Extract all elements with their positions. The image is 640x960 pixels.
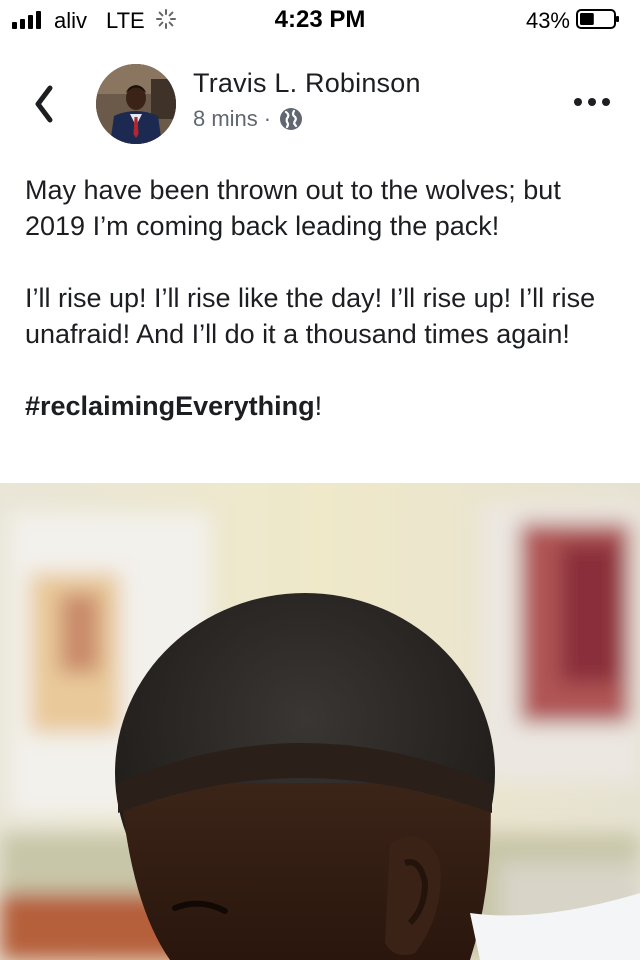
globe-icon[interactable] [279,107,303,131]
status-bar: aliv LTE 4:23 PM 43% [0,0,640,40]
post-paragraph: I’ll rise up! I’ll rise like the day! I’… [25,283,596,349]
battery-percent: 43% [525,8,570,33]
hashtag-line: #reclaimingEverything! [25,388,625,424]
meta-separator: · [263,106,272,131]
avatar[interactable] [96,64,176,144]
avatar-photo [96,64,176,144]
more-dots-icon[interactable] [570,92,614,112]
post-meta: 8 mins · [193,106,303,132]
photo-image [0,483,640,960]
battery-icon [576,9,619,29]
post-text: May have been thrown out to the wolves; … [25,172,625,424]
author-name[interactable]: Travis L. Robinson [193,68,421,99]
hashtag-tail: ! [314,391,323,421]
post-timestamp[interactable]: 8 mins [193,106,258,132]
hashtag-link[interactable]: #reclaimingEverything [25,391,315,421]
post-photo[interactable] [0,483,640,960]
back-chevron-icon[interactable] [28,82,64,126]
post-header: Travis L. Robinson 8 mins · [0,56,640,156]
post-paragraph: May have been thrown out to the wolves; … [25,175,561,241]
